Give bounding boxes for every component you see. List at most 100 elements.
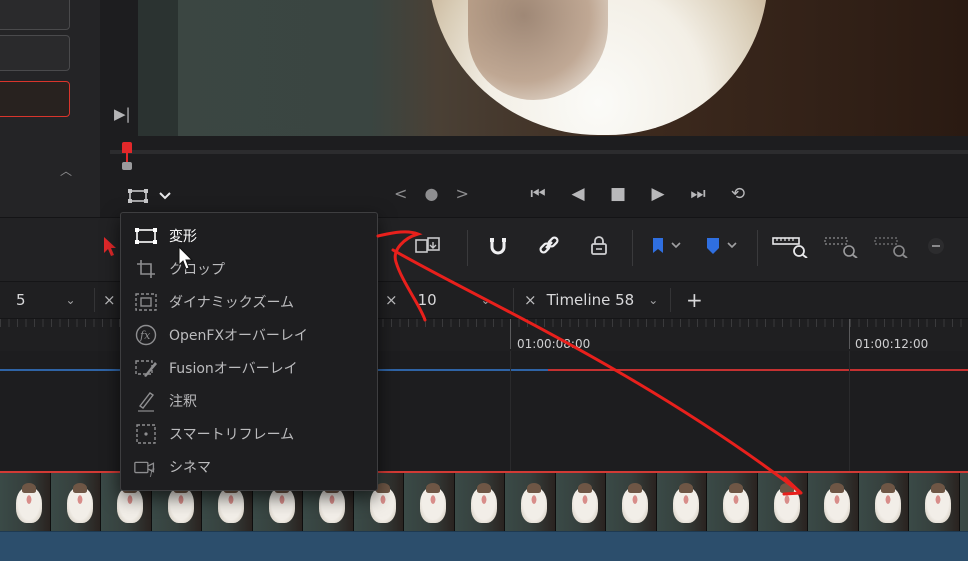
chevron-down-icon[interactable] — [727, 241, 737, 252]
close-icon[interactable]: × — [385, 291, 398, 309]
tab-10[interactable]: × 10 ⌄ — [385, 281, 491, 319]
onscreen-controls-button[interactable] — [127, 186, 185, 206]
chevron-down-icon[interactable]: ⌄ — [648, 293, 658, 307]
viewer-scrubber[interactable] — [110, 150, 968, 154]
toolbar-divider — [757, 230, 758, 266]
timecode-label: 01:00:12:00 — [855, 337, 929, 351]
menu-item-fusion-overlay[interactable]: Fusionオーバーレイ — [121, 351, 377, 384]
left-panel-field[interactable] — [0, 0, 70, 30]
tab-label: 5 — [16, 291, 26, 309]
tab-divider — [513, 288, 514, 312]
menu-item-openfx-overlay[interactable]: fx OpenFXオーバーレイ — [121, 318, 377, 351]
clip-thumbnail — [909, 473, 960, 531]
thumbnail-cat-head — [779, 483, 794, 493]
mouse-cursor-icon — [178, 246, 194, 270]
chevron-down-icon[interactable]: ⌄ — [481, 293, 491, 307]
menu-item-label: OpenFXオーバーレイ — [169, 327, 308, 344]
linked-selection-icon[interactable] — [535, 232, 563, 260]
menu-item-cinema[interactable]: f シネマ — [121, 450, 377, 483]
svg-text:fx: fx — [139, 329, 151, 342]
clip-thumbnail — [404, 473, 455, 531]
marker-icon[interactable] — [700, 232, 742, 260]
tab-label: 10 — [417, 291, 437, 309]
transform-icon — [133, 224, 159, 248]
thumbnail-cat-head — [678, 483, 693, 493]
timeline-gridline — [849, 351, 850, 471]
menu-item-dynamic-zoom[interactable]: ダイナミックズーム — [121, 285, 377, 318]
position-lock-icon[interactable] — [585, 232, 613, 260]
timeline-render-bar — [548, 369, 968, 371]
snapping-magnet-icon[interactable] — [484, 232, 512, 260]
fusion-icon — [133, 356, 159, 380]
zoom-out-icon[interactable] — [924, 232, 948, 260]
viewer: ▶| < ● > ⏮ ◀ ■ ▶ ⏭ ⟲ — [100, 0, 968, 217]
menu-item-label: Fusionオーバーレイ — [169, 360, 298, 377]
clip-thumbnail — [505, 473, 556, 531]
zoom-full-icon[interactable] — [770, 232, 810, 260]
selection-tool-icon[interactable] — [102, 235, 118, 257]
clip-thumbnail — [959, 473, 968, 531]
onscreen-controls-menu: 変形 クロップ ダイナミックズーム fx OpenFXオーバーレイ Fusion… — [120, 212, 378, 491]
menu-item-label: スマートリフレーム — [169, 426, 295, 443]
chevron-down-icon[interactable]: ⌄ — [66, 293, 76, 307]
mark-out-icon[interactable]: ▶| — [114, 105, 131, 123]
audio-clip[interactable] — [0, 531, 968, 561]
clip-thumbnail — [606, 473, 657, 531]
openfx-icon: fx — [133, 323, 159, 347]
thumbnail-cat-head — [880, 483, 895, 493]
clip-thumbnail — [454, 473, 505, 531]
thumbnail-cat-head — [72, 483, 87, 493]
loop-icon[interactable]: ⟲ — [718, 180, 758, 208]
left-panel-field[interactable] — [0, 35, 70, 71]
video-background — [138, 0, 178, 136]
chevron-down-icon[interactable] — [159, 191, 171, 201]
timeline-gridline — [510, 351, 511, 471]
clip-thumbnail — [707, 473, 758, 531]
chevron-up-icon[interactable]: ︿ — [60, 162, 72, 179]
zoom-detail-icon[interactable] — [822, 232, 862, 260]
tab-label: Timeline 58 — [546, 291, 635, 309]
clip-thumbnail — [555, 473, 606, 531]
toolbar-divider — [632, 230, 633, 266]
left-panel: ︿ — [0, 0, 100, 217]
close-icon[interactable]: × — [103, 291, 116, 309]
edit-point-nav[interactable]: < ● > — [394, 184, 475, 203]
transport-controls: ⏮ ◀ ■ ▶ ⏭ ⟲ — [518, 180, 758, 208]
crop-icon — [133, 257, 159, 281]
ruler-major-tick — [510, 319, 511, 349]
smart-reframe-icon — [133, 422, 159, 446]
play-reverse-icon[interactable]: ◀ — [558, 180, 598, 208]
flag-icon[interactable] — [645, 232, 687, 260]
toolbar-divider — [467, 230, 468, 266]
thumbnail-cat-head — [729, 483, 743, 493]
go-to-start-icon[interactable]: ⏮ — [518, 180, 558, 208]
transform-icon — [127, 188, 149, 204]
tab-divider — [94, 288, 95, 312]
clip-thumbnail — [757, 473, 808, 531]
add-timeline-tab-button[interactable]: + — [686, 281, 703, 319]
left-panel-field-selected[interactable] — [0, 81, 70, 117]
menu-item-transform[interactable]: 変形 — [121, 219, 377, 252]
zoom-custom-icon[interactable] — [872, 232, 912, 260]
ruler-major-tick — [849, 319, 850, 349]
tab-5[interactable]: 5 ⌄ — [16, 281, 76, 319]
close-icon[interactable]: × — [524, 291, 537, 309]
thumbnail-cat-head — [628, 483, 642, 493]
thumbnail-cat-head — [426, 483, 440, 493]
tab-timeline-58[interactable]: × Timeline 58 ⌄ — [524, 281, 658, 319]
menu-item-annotation[interactable]: 注釈 — [121, 384, 377, 417]
replace-clip-icon[interactable] — [414, 232, 442, 260]
menu-item-label: 変形 — [169, 228, 197, 245]
video-preview — [138, 0, 968, 136]
chevron-down-icon[interactable] — [671, 241, 681, 252]
cinema-icon: f — [133, 455, 159, 479]
stop-icon[interactable]: ■ — [598, 180, 638, 208]
menu-item-smart-reframe[interactable]: スマートリフレーム — [121, 417, 377, 450]
thumbnail-cat-head — [830, 483, 844, 493]
menu-item-crop[interactable]: クロップ — [121, 252, 377, 285]
go-to-end-icon[interactable]: ⏭ — [678, 180, 718, 208]
viewer-playhead-handle[interactable] — [122, 162, 132, 170]
play-icon[interactable]: ▶ — [638, 180, 678, 208]
menu-item-label: シネマ — [169, 459, 211, 476]
menu-item-label: ダイナミックズーム — [169, 294, 295, 311]
